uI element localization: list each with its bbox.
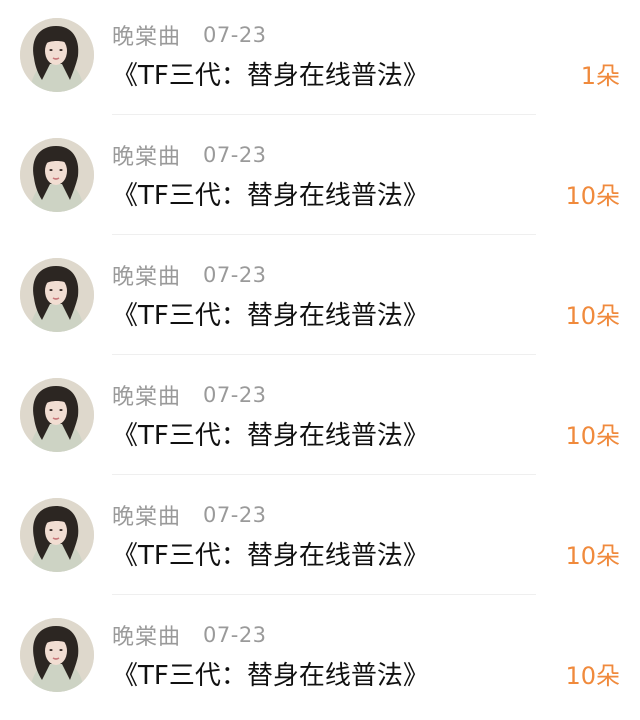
user-avatar[interactable]: [20, 618, 94, 692]
row-divider: [112, 474, 536, 475]
item-meta: 晚棠曲 07-23: [112, 618, 267, 652]
row-divider: [112, 234, 536, 235]
item-meta: 晚棠曲 07-23: [112, 498, 267, 532]
user-name[interactable]: 晚棠曲: [112, 499, 181, 531]
user-avatar[interactable]: [20, 258, 94, 332]
avatar-portrait-icon: [20, 378, 94, 452]
user-avatar[interactable]: [20, 18, 94, 92]
avatar-portrait-icon: [20, 138, 94, 212]
list-item[interactable]: 晚棠曲 07-23 《TF三代：替身在线普法》 10朵: [0, 360, 640, 480]
user-avatar[interactable]: [20, 498, 94, 572]
user-name[interactable]: 晚棠曲: [112, 619, 181, 651]
list-item[interactable]: 晚棠曲 07-23 《TF三代：替身在线普法》 1朵: [0, 0, 640, 120]
flower-count: 10朵: [565, 422, 620, 450]
book-title[interactable]: 《TF三代：替身在线普法》: [112, 536, 429, 576]
item-meta: 晚棠曲 07-23: [112, 258, 267, 292]
user-name[interactable]: 晚棠曲: [112, 259, 181, 291]
user-avatar[interactable]: [20, 138, 94, 212]
flower-count: 1朵: [580, 62, 620, 90]
row-divider: [112, 594, 536, 595]
book-title[interactable]: 《TF三代：替身在线普法》: [112, 296, 429, 336]
book-title[interactable]: 《TF三代：替身在线普法》: [112, 416, 429, 456]
list-item[interactable]: 晚棠曲 07-23 《TF三代：替身在线普法》 10朵: [0, 480, 640, 600]
flower-count: 10朵: [565, 182, 620, 210]
book-title[interactable]: 《TF三代：替身在线普法》: [112, 656, 429, 696]
item-meta: 晚棠曲 07-23: [112, 138, 267, 172]
book-title[interactable]: 《TF三代：替身在线普法》: [112, 56, 429, 96]
item-date: 07-23: [203, 503, 267, 527]
avatar-portrait-icon: [20, 18, 94, 92]
gift-record-list: 晚棠曲 07-23 《TF三代：替身在线普法》 1朵 晚棠曲 07-23 《TF…: [0, 0, 640, 718]
item-meta: 晚棠曲 07-23: [112, 378, 267, 412]
user-name[interactable]: 晚棠曲: [112, 379, 181, 411]
item-meta: 晚棠曲 07-23: [112, 18, 267, 52]
avatar-portrait-icon: [20, 618, 94, 692]
flower-count: 10朵: [565, 662, 620, 690]
book-title[interactable]: 《TF三代：替身在线普法》: [112, 176, 429, 216]
avatar-portrait-icon: [20, 258, 94, 332]
item-date: 07-23: [203, 23, 267, 47]
row-divider: [112, 354, 536, 355]
user-name[interactable]: 晚棠曲: [112, 19, 181, 51]
item-date: 07-23: [203, 143, 267, 167]
user-name[interactable]: 晚棠曲: [112, 139, 181, 171]
item-date: 07-23: [203, 623, 267, 647]
row-divider: [112, 114, 536, 115]
flower-count: 10朵: [565, 542, 620, 570]
flower-count: 10朵: [565, 302, 620, 330]
list-item[interactable]: 晚棠曲 07-23 《TF三代：替身在线普法》 10朵: [0, 600, 640, 720]
avatar-portrait-icon: [20, 498, 94, 572]
list-item[interactable]: 晚棠曲 07-23 《TF三代：替身在线普法》 10朵: [0, 120, 640, 240]
user-avatar[interactable]: [20, 378, 94, 452]
item-date: 07-23: [203, 263, 267, 287]
item-date: 07-23: [203, 383, 267, 407]
list-item[interactable]: 晚棠曲 07-23 《TF三代：替身在线普法》 10朵: [0, 240, 640, 360]
